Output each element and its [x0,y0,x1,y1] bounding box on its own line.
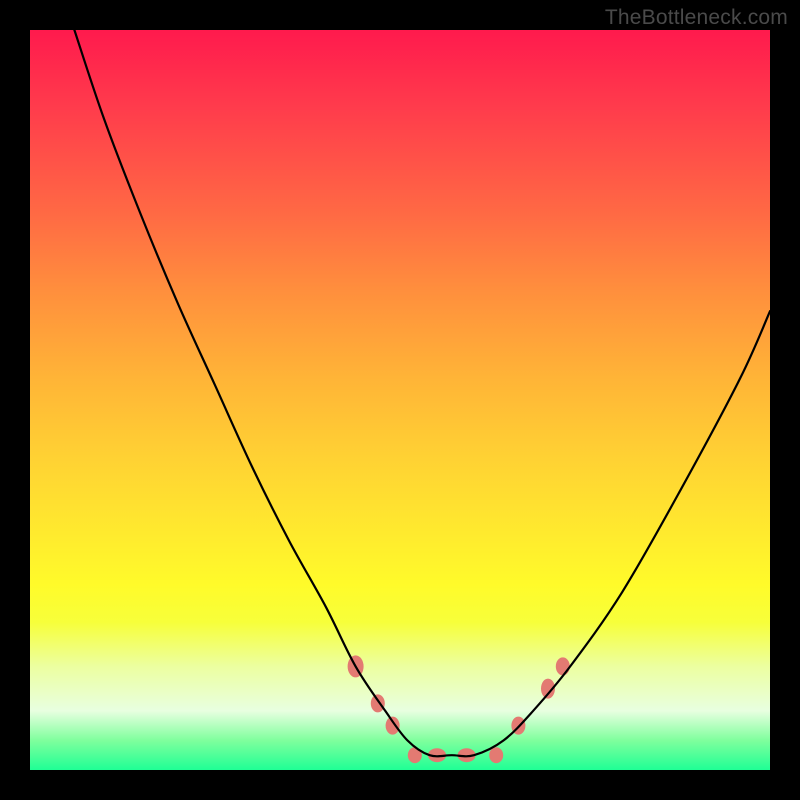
attribution-label: TheBottleneck.com [605,6,788,30]
bottleneck-curve [74,30,770,756]
curve-marker [489,747,503,763]
curve-marker [371,694,385,712]
curve-marker [386,717,400,735]
chart-frame: TheBottleneck.com [0,0,800,800]
curve-marker [556,657,570,675]
plot-area [30,30,770,770]
curve-markers [348,655,570,763]
curve-layer [30,30,770,770]
